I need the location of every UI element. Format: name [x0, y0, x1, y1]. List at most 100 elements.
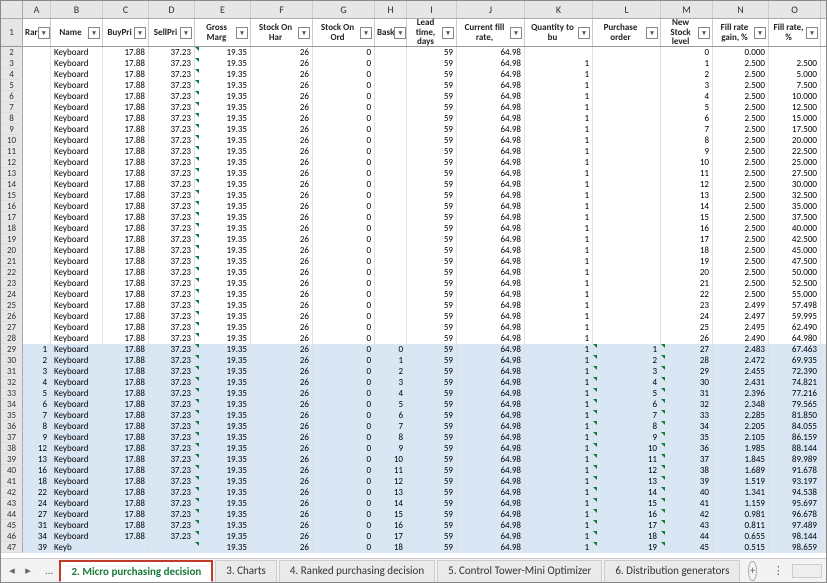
cell[interactable]: 26: [251, 80, 313, 91]
cell[interactable]: 2.500: [713, 91, 769, 102]
col-header-A[interactable]: A: [23, 1, 51, 18]
cell[interactable]: 17.88: [103, 432, 149, 443]
cell[interactable]: 17.88: [103, 520, 149, 531]
cell[interactable]: [23, 179, 51, 190]
row-header[interactable]: 42: [1, 487, 23, 498]
cell[interactable]: 59: [407, 124, 457, 135]
cell[interactable]: 59: [407, 91, 457, 102]
cell[interactable]: 59: [407, 179, 457, 190]
cell[interactable]: 81.850: [769, 410, 821, 421]
table-row[interactable]: 4222Keyboard17.8837.2319.35260135964.981…: [1, 487, 826, 498]
cell[interactable]: 26: [251, 355, 313, 366]
cell[interactable]: 64.98: [457, 157, 525, 168]
cell[interactable]: 4: [593, 377, 661, 388]
cell[interactable]: Keyboard: [51, 531, 103, 542]
cell[interactable]: 2.500: [713, 124, 769, 135]
cell[interactable]: 1: [593, 344, 661, 355]
cell[interactable]: Keyboard: [51, 344, 103, 355]
cell[interactable]: 26: [251, 113, 313, 124]
cell[interactable]: 2.500: [713, 69, 769, 80]
cell[interactable]: 64.98: [457, 135, 525, 146]
cell[interactable]: 13: [661, 190, 713, 201]
row-header[interactable]: 23: [1, 278, 23, 289]
cell[interactable]: [375, 113, 407, 124]
cell[interactable]: Keyboard: [51, 465, 103, 476]
cell[interactable]: 19.35: [195, 443, 251, 454]
cell[interactable]: 37.23: [149, 388, 195, 399]
cell[interactable]: [375, 223, 407, 234]
cell[interactable]: 0: [313, 256, 375, 267]
cell[interactable]: [23, 168, 51, 179]
cell[interactable]: 37: [661, 454, 713, 465]
cell[interactable]: [525, 47, 593, 58]
table-row[interactable]: 2Keyboard17.8837.2319.352605964.9800.000: [1, 47, 826, 58]
table-row[interactable]: 25Keyboard17.8837.2319.352605964.981232.…: [1, 300, 826, 311]
cell[interactable]: 1.985: [713, 443, 769, 454]
cell[interactable]: 64.98: [457, 190, 525, 201]
cell[interactable]: 59: [407, 421, 457, 432]
table-row[interactable]: 3913Keyboard17.8837.2319.35260105964.981…: [1, 454, 826, 465]
cell[interactable]: 37.23: [149, 223, 195, 234]
table-row[interactable]: 4531Keyboard17.8837.2319.35260165964.981…: [1, 520, 826, 531]
cell[interactable]: Keyboard: [51, 102, 103, 113]
cell[interactable]: 17.88: [103, 311, 149, 322]
cell[interactable]: 19.35: [195, 80, 251, 91]
cell[interactable]: 17.88: [103, 443, 149, 454]
cell[interactable]: 2: [23, 355, 51, 366]
cell[interactable]: 19.35: [195, 487, 251, 498]
cell[interactable]: [593, 135, 661, 146]
table-row[interactable]: 335Keyboard17.8837.2319.3526045964.98153…: [1, 388, 826, 399]
sheet-tab[interactable]: 3. Charts: [215, 560, 277, 582]
row-header[interactable]: 9: [1, 124, 23, 135]
cell[interactable]: 64.98: [457, 201, 525, 212]
cell[interactable]: 64.98: [457, 322, 525, 333]
cell[interactable]: 37.23: [149, 454, 195, 465]
cell[interactable]: 1: [525, 113, 593, 124]
cell[interactable]: 64.98: [457, 113, 525, 124]
cell[interactable]: 37.23: [149, 355, 195, 366]
sheet-tab[interactable]: 6. Distribution generators: [604, 560, 740, 582]
cell[interactable]: Keyboard: [51, 498, 103, 509]
table-row[interactable]: 18Keyboard17.8837.2319.352605964.981162.…: [1, 223, 826, 234]
cell[interactable]: 17.88: [103, 201, 149, 212]
cell[interactable]: 1: [525, 300, 593, 311]
cell[interactable]: 19.35: [195, 300, 251, 311]
cell[interactable]: 12: [23, 443, 51, 454]
cell[interactable]: 16: [375, 520, 407, 531]
table-row[interactable]: 4427Keyboard17.8837.2319.35260155964.981…: [1, 509, 826, 520]
cell[interactable]: 18: [23, 476, 51, 487]
cell[interactable]: 26: [251, 212, 313, 223]
cell[interactable]: 17.88: [103, 421, 149, 432]
cell[interactable]: 0: [313, 157, 375, 168]
cell[interactable]: 88.144: [769, 443, 821, 454]
cell[interactable]: 23: [661, 300, 713, 311]
sheet-tab[interactable]: 4. Ranked purchasing decision: [279, 560, 435, 582]
cell[interactable]: Keyboard: [51, 432, 103, 443]
cell[interactable]: 1: [525, 531, 593, 542]
cell[interactable]: 17.88: [103, 212, 149, 223]
cell[interactable]: Keyboard: [51, 454, 103, 465]
cell[interactable]: 19.35: [195, 201, 251, 212]
cell[interactable]: 64.98: [457, 355, 525, 366]
cell[interactable]: 0: [313, 91, 375, 102]
row-header[interactable]: 8: [1, 113, 23, 124]
cell[interactable]: 37.23: [149, 124, 195, 135]
cell[interactable]: 59: [407, 355, 457, 366]
cell[interactable]: 1: [525, 256, 593, 267]
cell[interactable]: 18: [375, 542, 407, 553]
cell[interactable]: 0: [313, 377, 375, 388]
cell[interactable]: 37.23: [149, 80, 195, 91]
cell[interactable]: 64.98: [457, 69, 525, 80]
cell[interactable]: 8: [661, 135, 713, 146]
cell[interactable]: 1: [525, 509, 593, 520]
cell[interactable]: [23, 190, 51, 201]
cell[interactable]: [23, 267, 51, 278]
table-row[interactable]: 379Keyboard17.8837.2319.3526085964.98193…: [1, 432, 826, 443]
cell[interactable]: 17.88: [103, 322, 149, 333]
cell[interactable]: [375, 179, 407, 190]
table-row[interactable]: 291Keyboard17.8837.2319.3526005964.98112…: [1, 344, 826, 355]
cell[interactable]: 59: [407, 388, 457, 399]
cell[interactable]: 31: [661, 388, 713, 399]
cell[interactable]: 17.88: [103, 465, 149, 476]
cell[interactable]: 64.98: [457, 421, 525, 432]
